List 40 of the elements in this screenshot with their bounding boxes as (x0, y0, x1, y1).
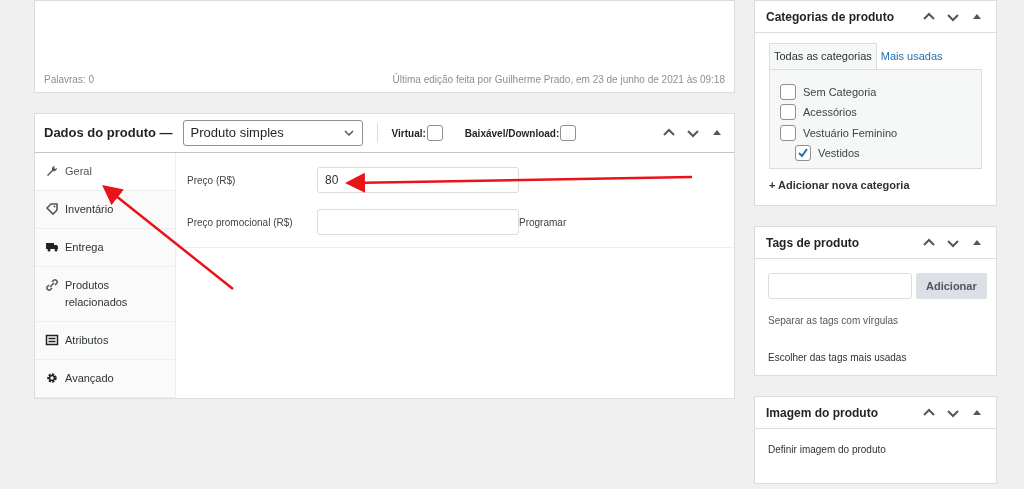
link-icon (45, 278, 59, 292)
tags-hint: Separar as tags com vírgulas (768, 314, 900, 328)
category-label: Vestuário Feminino (803, 125, 898, 141)
checkbox[interactable] (795, 145, 811, 162)
last-edit-note: Última edição feita por Guilherme Prado, em 23 de junho de 2021 às 09:18 (392, 72, 725, 87)
truck-icon (45, 240, 59, 254)
checkbox[interactable] (426, 125, 443, 141)
category-tab[interactable]: Todas as categorias (769, 43, 877, 69)
category-label: Acessórios (803, 105, 857, 120)
tag-input-field[interactable] (768, 273, 912, 299)
category-label: Sem Categoria (803, 84, 877, 100)
price-field[interactable] (317, 209, 519, 235)
caret-icon (342, 127, 355, 139)
product-data-tab[interactable]: Geral (35, 153, 175, 191)
settings-icon (45, 371, 59, 385)
checkbox[interactable] (780, 104, 796, 121)
word-count: Palavras: 0 (44, 73, 95, 87)
panel-title: Categorias de produto (766, 8, 894, 26)
checkbox[interactable] (780, 83, 796, 100)
wrench-icon (45, 164, 59, 178)
price-field[interactable]: 80 (317, 167, 519, 193)
checkbox[interactable] (780, 124, 796, 141)
panel-title: Tags de produto (766, 234, 860, 252)
category-label: Vestidos (818, 146, 860, 161)
panel-title: Imagem do produto (766, 404, 878, 422)
field-label: Preço promocional (R$) (187, 215, 294, 230)
add-category-link[interactable]: + Adicionar nova categoria (769, 176, 910, 193)
option-label: Baixável/Download: (464, 126, 560, 141)
type-select[interactable]: Produto simples (182, 120, 363, 146)
category-tab[interactable]: Mais usadas (876, 43, 947, 69)
set-image-link[interactable]: Definir imagem do produto (768, 442, 886, 457)
add-tag-button[interactable]: Adicionar (916, 273, 987, 299)
option-label: Virtual: (391, 126, 426, 141)
field-label: Preço (R$) (187, 173, 237, 188)
schedule-link[interactable]: Programar (519, 214, 567, 230)
choose-tags-link[interactable]: Escolher das tags mais usadas (768, 350, 907, 365)
panel-title: Dados do produto — (44, 124, 173, 143)
checkbox[interactable] (560, 125, 577, 141)
list-icon (45, 333, 59, 347)
tag-icon (45, 202, 59, 216)
